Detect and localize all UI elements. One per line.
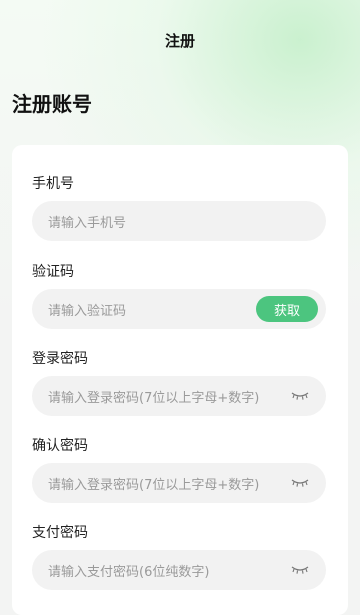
nav-title: 注册 — [164, 31, 195, 50]
pay-password-input[interactable]: 请输入支付密码(6位纯数字) — [32, 550, 326, 590]
register-form-card: 手机号 请输入手机号 验证码 请输入验证码 获取 登录密码 请输入登录密码(7位… — [12, 145, 348, 615]
eye-closed-icon[interactable] — [290, 388, 310, 404]
confirm-password-label: 确认密码 — [32, 438, 88, 454]
verification-code-input[interactable]: 请输入验证码 获取 — [32, 289, 326, 329]
login-password-placeholder: 请输入登录密码(7位以上字母+数字) — [48, 390, 260, 406]
code-placeholder: 请输入验证码 — [48, 303, 127, 319]
pay-password-placeholder: 请输入支付密码(6位纯数字) — [48, 564, 210, 580]
phone-label: 手机号 — [32, 176, 74, 192]
page-title: 注册账号 — [12, 92, 92, 116]
login-password-label: 登录密码 — [32, 351, 88, 367]
navigation-bar: 注册 — [0, 26, 360, 54]
eye-closed-icon[interactable] — [290, 475, 310, 491]
pay-password-label: 支付密码 — [32, 525, 88, 541]
confirm-password-placeholder: 请输入登录密码(7位以上字母+数字) — [48, 477, 260, 493]
get-code-button[interactable]: 获取 — [256, 296, 318, 322]
phone-placeholder: 请输入手机号 — [48, 215, 127, 231]
login-password-input[interactable]: 请输入登录密码(7位以上字母+数字) — [32, 376, 326, 416]
code-label: 验证码 — [32, 264, 74, 280]
phone-input[interactable]: 请输入手机号 — [32, 201, 326, 241]
confirm-password-input[interactable]: 请输入登录密码(7位以上字母+数字) — [32, 463, 326, 503]
eye-closed-icon[interactable] — [290, 562, 310, 578]
